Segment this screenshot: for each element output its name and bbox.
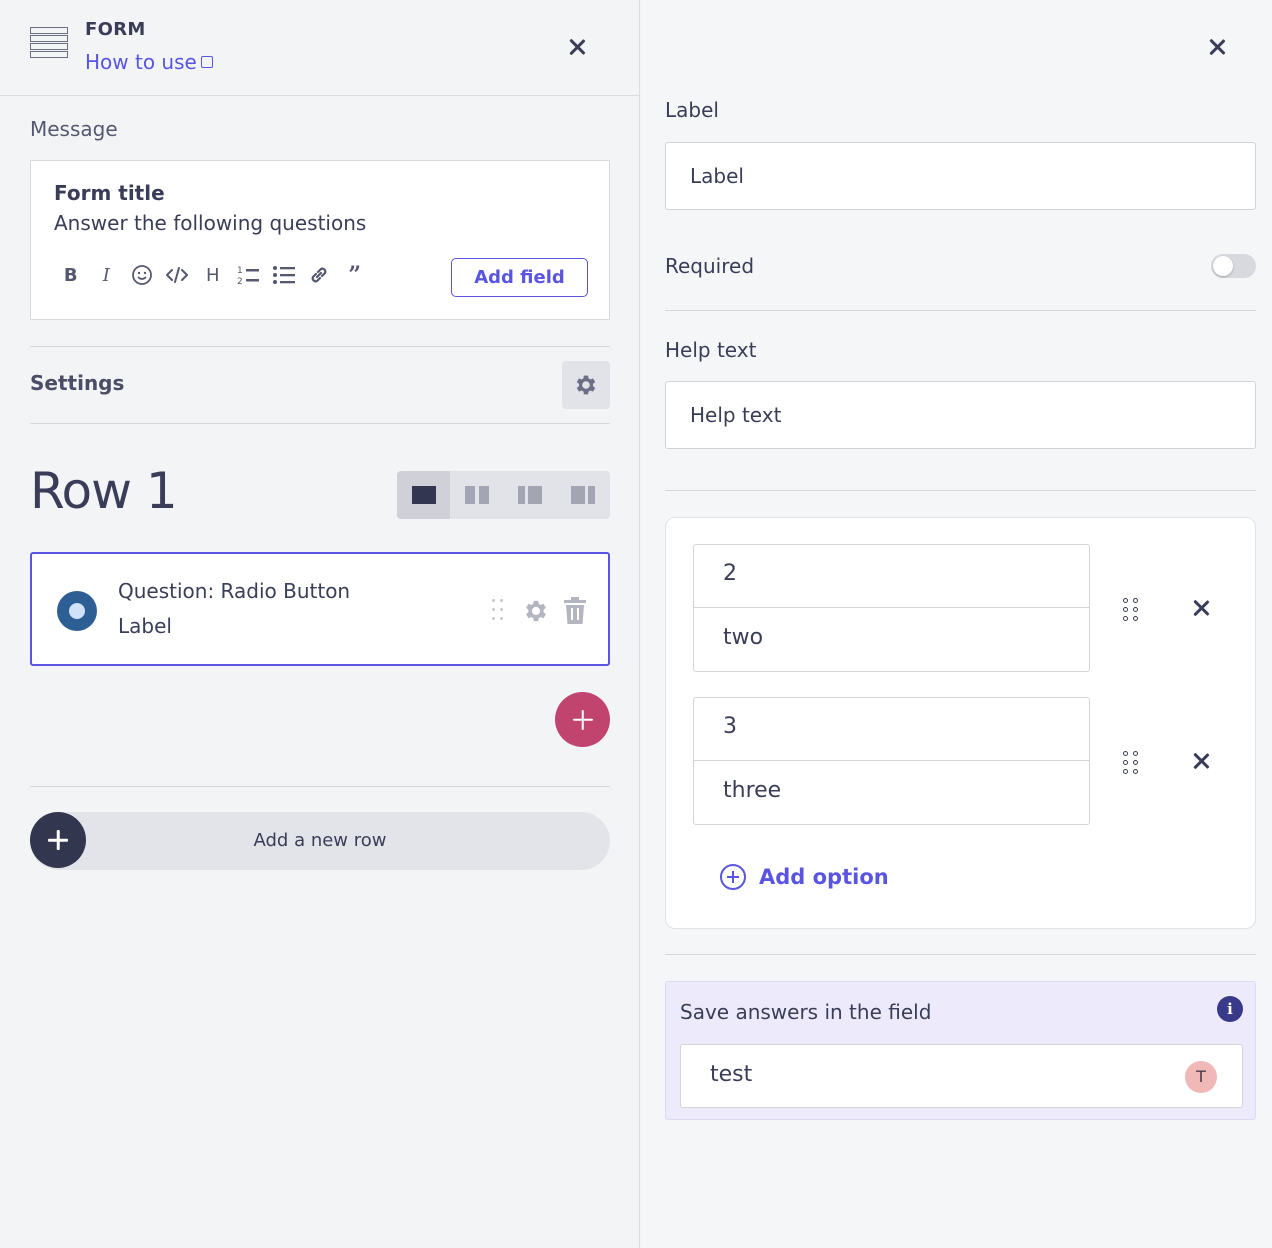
form-editor-panel: FORM How to use Message Form title Answe… <box>0 0 640 1248</box>
layout-one-column[interactable] <box>397 471 451 519</box>
ordered-list-icon[interactable]: 12 <box>231 261 267 289</box>
message-section-label: Message <box>30 117 118 141</box>
save-answers-value: test <box>710 1062 753 1087</box>
divider <box>30 786 610 787</box>
save-answers-section: Save answers in the field i test T <box>665 981 1256 1120</box>
divider <box>30 346 610 347</box>
emoji-icon[interactable] <box>124 261 160 289</box>
settings-label: Settings <box>30 371 125 395</box>
radio-button-icon <box>57 591 97 631</box>
avatar: T <box>1185 1061 1217 1093</box>
option-value-input[interactable]: 3 <box>694 698 1089 761</box>
option-value-input[interactable]: 2 <box>694 545 1089 608</box>
divider <box>665 490 1256 491</box>
add-option-label: Add option <box>759 865 889 889</box>
drag-handle-icon[interactable] <box>1123 751 1139 775</box>
option-label-input[interactable]: three <box>694 761 1089 824</box>
save-answers-label: Save answers in the field <box>680 1000 932 1024</box>
required-label: Required <box>665 254 755 278</box>
close-icon[interactable] <box>566 36 588 58</box>
message-editor[interactable]: Form title Answer the following question… <box>30 160 610 320</box>
right-narrow-icon <box>571 486 596 504</box>
label-field-label: Label <box>665 98 719 122</box>
help-text-input[interactable] <box>665 381 1256 449</box>
form-subtitle-text: Answer the following questions <box>54 211 367 235</box>
italic-icon[interactable]: I <box>89 261 125 289</box>
bold-icon[interactable]: B <box>53 261 89 289</box>
svg-text:2: 2 <box>237 277 243 286</box>
divider <box>665 954 1256 955</box>
question-type: Question: Radio Button <box>118 579 351 603</box>
field-settings-panel: Label Required Help text 2 two 3 three A… <box>641 0 1272 1248</box>
add-new-row-label: Add a new row <box>253 830 387 851</box>
two-columns-icon <box>464 486 489 504</box>
option-label-input[interactable]: two <box>694 608 1089 671</box>
quote-icon[interactable]: ” <box>337 261 373 289</box>
add-option-button[interactable]: Add option <box>720 864 889 890</box>
settings-button[interactable] <box>562 361 610 409</box>
form-title-text: Form title <box>54 181 165 205</box>
question-settings-icon[interactable] <box>522 597 550 629</box>
question-card[interactable]: Question: Radio Button Label <box>30 552 610 666</box>
label-input[interactable] <box>665 142 1256 210</box>
heading-icon[interactable]: H <box>195 261 231 289</box>
external-link-icon <box>200 56 213 68</box>
one-column-icon <box>411 486 436 504</box>
bullet-list-icon[interactable] <box>266 261 302 289</box>
save-answers-input[interactable]: test T <box>680 1044 1243 1108</box>
column-layout-selector <box>397 471 610 519</box>
close-icon[interactable] <box>1206 36 1228 58</box>
panel-header: FORM How to use <box>0 0 640 96</box>
layout-left-wide[interactable] <box>504 471 557 519</box>
help-text-label: Help text <box>665 338 757 362</box>
add-question-button[interactable] <box>555 692 610 747</box>
formatting-toolbar: B I H 12 ” <box>53 261 373 289</box>
add-new-row-button[interactable]: Add a new row <box>30 812 610 870</box>
code-icon[interactable] <box>160 261 196 289</box>
left-narrow-icon <box>518 486 543 504</box>
required-toggle[interactable] <box>1211 254 1256 278</box>
remove-option-icon[interactable] <box>1190 597 1212 619</box>
options-list: 2 two 3 three Add option <box>665 517 1256 929</box>
drag-handle-icon[interactable] <box>1123 598 1139 622</box>
link-icon[interactable] <box>302 261 338 289</box>
info-icon[interactable]: i <box>1217 996 1243 1022</box>
how-to-use-link[interactable]: How to use <box>85 50 213 74</box>
panel-title: FORM <box>85 19 146 40</box>
divider <box>665 310 1256 311</box>
how-to-use-label: How to use <box>85 50 197 74</box>
gear-icon <box>576 375 596 395</box>
option-item: 3 three <box>693 697 1090 825</box>
delete-question-icon[interactable] <box>562 597 588 629</box>
svg-text:1: 1 <box>237 266 243 276</box>
plus-circle-icon <box>720 864 746 890</box>
divider <box>30 423 610 424</box>
form-icon <box>30 27 68 59</box>
drag-handle-icon[interactable] <box>492 599 504 623</box>
row-title: Row 1 <box>30 462 178 520</box>
question-label: Label <box>118 614 172 638</box>
layout-two-columns[interactable] <box>450 471 503 519</box>
add-field-button[interactable]: Add field <box>451 258 588 297</box>
option-item: 2 two <box>693 544 1090 672</box>
layout-right-wide[interactable] <box>557 471 610 519</box>
remove-option-icon[interactable] <box>1190 750 1212 772</box>
